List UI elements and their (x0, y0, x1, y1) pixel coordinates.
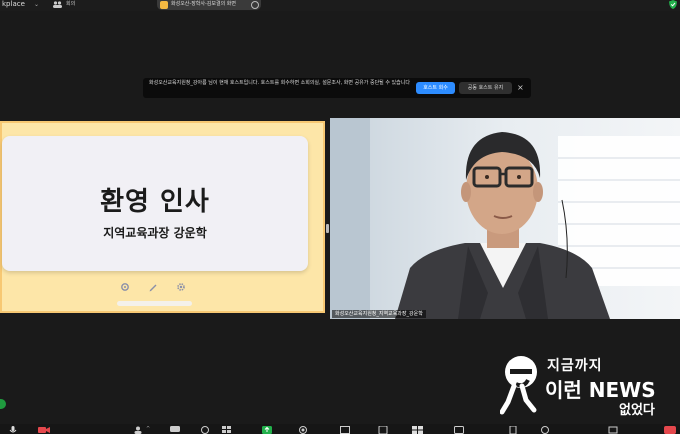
document-icon[interactable] (508, 426, 518, 434)
host-notification: 화성오산교육지원청_강아름 님이 현재 호스트입니다. 호스트를 회수하면 소회… (143, 78, 531, 98)
meeting-icon[interactable] (52, 0, 63, 9)
floating-control-handle[interactable] (0, 399, 6, 409)
close-icon[interactable]: × (517, 81, 524, 95)
pen-icon[interactable] (147, 281, 159, 293)
chevron-up-icon[interactable]: ^ (146, 425, 150, 433)
meeting-toolbar: ^ (0, 424, 680, 434)
reclaim-host-button[interactable]: 호스트 회수 (416, 82, 455, 94)
share-label: 화성오산-장학사-김보결의 화면 (171, 1, 236, 7)
slide-dock (117, 301, 192, 306)
settings-icon[interactable] (119, 281, 131, 293)
watermark-line3: 없었다 (619, 403, 655, 418)
share-icon[interactable] (262, 426, 272, 434)
keep-cohost-button[interactable]: 공동 호스트 유지 (459, 82, 512, 94)
chevron-down-icon[interactable]: ⌄ (34, 0, 39, 9)
meeting-label[interactable]: 회의 (66, 0, 75, 9)
options-icon[interactable] (251, 1, 259, 9)
notice-text: 화성오산교육지원청_강아름 님이 현재 호스트입니다. 호스트를 회수하면 소회… (149, 80, 410, 86)
apps-icon[interactable] (222, 426, 232, 434)
chat-icon[interactable] (170, 426, 180, 434)
shield-icon[interactable] (669, 0, 677, 9)
more-icon[interactable] (412, 426, 424, 434)
shared-screen-tile[interactable]: 환영 인사 지역교육과장 강운학 (0, 121, 325, 313)
react-icon[interactable] (200, 426, 210, 434)
info-icon[interactable] (540, 426, 550, 434)
lock-icon (160, 1, 168, 9)
slide-subtitle: 지역교육과장 강운학 (103, 226, 207, 240)
participants-icon[interactable] (133, 426, 143, 434)
workspace-label[interactable]: kplace (2, 0, 25, 9)
mic-icon[interactable] (8, 426, 18, 434)
participant-name-label: 화성오산교육지원청_지역교육과장_강운학 (332, 310, 426, 318)
news-watermark: 지금까지 이런 NEWS 없었다 (500, 354, 670, 420)
notes-icon[interactable] (378, 426, 388, 434)
participant-video (330, 118, 680, 319)
slide-toolbar (2, 281, 308, 293)
split-view-handle[interactable] (326, 224, 329, 233)
security-icon[interactable] (608, 426, 618, 434)
slide-title: 환영 인사 (100, 187, 210, 217)
leave-icon[interactable] (664, 426, 676, 434)
participant-video-tile[interactable]: 화성오산교육지원청_지역교육과장_강운학 (330, 118, 680, 319)
whiteboard-icon[interactable] (340, 426, 350, 434)
share-indicator[interactable]: 화성오산-장학사-김보결의 화면 (157, 0, 261, 10)
record-icon[interactable] (298, 426, 308, 434)
captions-icon[interactable] (454, 426, 464, 434)
e-logo-icon (500, 356, 537, 415)
watermark-line1: 지금까지 (547, 358, 603, 374)
top-bar: kplace ⌄ 회의 화성오산-장학사-김보결의 화면 (0, 0, 680, 11)
gear-icon[interactable] (175, 281, 187, 293)
video-icon[interactable] (38, 426, 50, 434)
slide-card: 환영 인사 지역교육과장 강운학 (2, 136, 308, 271)
